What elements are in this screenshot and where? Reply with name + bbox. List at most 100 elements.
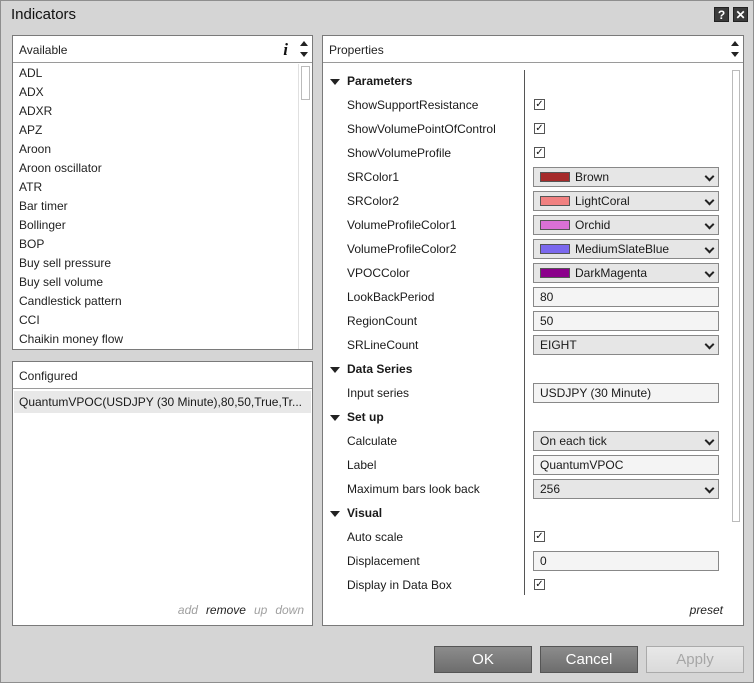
scroll-up-icon[interactable] — [731, 41, 739, 46]
configured-actions: add remove up down — [170, 603, 304, 617]
prop-label: VolumeProfileColor1 — [347, 218, 457, 232]
show-vpoc-checkbox[interactable]: ✓ — [534, 123, 545, 134]
prop-label-field: Label QuantumVPOC — [323, 454, 723, 478]
prop-label: Input series — [347, 386, 410, 400]
select-value: 256 — [540, 482, 561, 496]
prop-label: ShowVolumeProfile — [347, 146, 452, 160]
input-series-field[interactable]: USDJPY (30 Minute) — [533, 383, 719, 403]
available-scrollbar[interactable] — [298, 64, 312, 349]
info-icon[interactable]: i — [283, 40, 288, 60]
lookback-period-input[interactable]: 80 — [533, 287, 719, 307]
list-item[interactable]: Chaikin money flow — [13, 330, 298, 349]
srcolor2-select[interactable]: LightCoral — [533, 191, 719, 211]
show-support-resistance-checkbox[interactable]: ✓ — [534, 99, 545, 110]
prop-label: ShowVolumePointOfControl — [347, 122, 496, 136]
indicators-dialog: Indicators ? ✕ Available i ADL ADX ADXR … — [0, 0, 754, 683]
list-item[interactable]: ADXR — [13, 102, 298, 121]
list-item[interactable]: BOP — [13, 235, 298, 254]
scroll-down-icon[interactable] — [300, 52, 308, 57]
chevron-down-icon — [704, 243, 715, 254]
list-item[interactable]: ATR — [13, 178, 298, 197]
prop-label: VPOCColor — [347, 266, 410, 280]
select-value: EIGHT — [540, 338, 577, 352]
collapse-caret-icon[interactable] — [330, 415, 340, 421]
apply-button[interactable]: Apply — [646, 646, 744, 673]
remove-button[interactable]: remove — [206, 603, 246, 617]
category-label: Set up — [347, 410, 384, 424]
ok-button[interactable]: OK — [434, 646, 532, 673]
scroll-up-icon[interactable] — [300, 41, 308, 46]
category-data-series[interactable]: Data Series — [323, 358, 723, 382]
available-list: ADL ADX ADXR APZ Aroon Aroon oscillator … — [13, 64, 298, 349]
list-item[interactable]: Aroon — [13, 140, 298, 159]
color-swatch — [540, 268, 570, 278]
down-button[interactable]: down — [275, 603, 304, 617]
preset-link[interactable]: preset — [690, 603, 723, 617]
category-visual[interactable]: Visual — [323, 502, 723, 526]
collapse-caret-icon[interactable] — [330, 79, 340, 85]
prop-sr-line-count: SRLineCount EIGHT — [323, 334, 723, 358]
list-item[interactable]: ADX — [13, 83, 298, 102]
volume-profile-color2-select[interactable]: MediumSlateBlue — [533, 239, 719, 259]
cancel-button[interactable]: Cancel — [540, 646, 638, 673]
configured-title: Configured — [19, 369, 78, 383]
display-in-data-box-checkbox[interactable]: ✓ — [534, 579, 545, 590]
list-item[interactable]: Bollinger — [13, 216, 298, 235]
label-input[interactable]: QuantumVPOC — [533, 455, 719, 475]
category-parameters[interactable]: Parameters — [323, 70, 723, 94]
add-button[interactable]: add — [178, 603, 198, 617]
auto-scale-checkbox[interactable]: ✓ — [534, 531, 545, 542]
prop-label: Displacement — [347, 554, 420, 568]
list-item[interactable]: Candlestick pattern — [13, 292, 298, 311]
configured-header: Configured — [13, 362, 312, 389]
list-item[interactable]: Buy sell pressure — [13, 254, 298, 273]
select-value: Brown — [575, 170, 610, 184]
prop-label: Maximum bars look back — [347, 482, 480, 496]
volume-profile-color1-select[interactable]: Orchid — [533, 215, 719, 235]
color-swatch — [540, 172, 570, 182]
prop-label: SRColor1 — [347, 170, 400, 184]
header-scroll-arrows[interactable] — [300, 38, 308, 60]
collapse-caret-icon[interactable] — [330, 511, 340, 517]
scroll-down-icon[interactable] — [731, 52, 739, 57]
prop-show-vpoc: ShowVolumePointOfControl ✓ — [323, 118, 723, 142]
select-value: On each tick — [540, 434, 607, 448]
srcolor1-select[interactable]: Brown — [533, 167, 719, 187]
prop-label: Calculate — [347, 434, 398, 448]
scrollbar-thumb[interactable] — [732, 70, 740, 522]
close-icon[interactable]: ✕ — [733, 7, 748, 22]
displacement-input[interactable]: 0 — [533, 551, 719, 571]
list-item[interactable]: ADL — [13, 64, 298, 83]
prop-label: VolumeProfileColor2 — [347, 242, 457, 256]
sr-line-count-select[interactable]: EIGHT — [533, 335, 719, 355]
configured-indicator-item[interactable]: QuantumVPOC(USDJPY (30 Minute),80,50,Tru… — [14, 391, 311, 413]
prop-display-in-data-box: Display in Data Box ✓ — [323, 574, 723, 598]
available-panel: Available i ADL ADX ADXR APZ Aroon Aroon… — [12, 35, 313, 350]
prop-auto-scale: Auto scale ✓ — [323, 526, 723, 550]
scrollbar-thumb[interactable] — [301, 66, 310, 100]
list-item[interactable]: APZ — [13, 121, 298, 140]
list-item[interactable]: Bar timer — [13, 197, 298, 216]
up-button[interactable]: up — [254, 603, 267, 617]
region-count-input[interactable]: 50 — [533, 311, 719, 331]
prop-show-volume-profile: ShowVolumeProfile ✓ — [323, 142, 723, 166]
configured-panel: Configured QuantumVPOC(USDJPY (30 Minute… — [12, 361, 313, 626]
list-item[interactable]: CCI — [13, 311, 298, 330]
property-grid: Parameters ShowSupportResistance ✓ ShowV… — [323, 64, 729, 595]
category-setup[interactable]: Set up — [323, 406, 723, 430]
window-title: Indicators — [11, 6, 77, 23]
available-header: Available i — [13, 36, 312, 63]
vpoc-color-select[interactable]: DarkMagenta — [533, 263, 719, 283]
list-item[interactable]: Buy sell volume — [13, 273, 298, 292]
collapse-caret-icon[interactable] — [330, 367, 340, 373]
chevron-down-icon — [704, 435, 715, 446]
list-item[interactable]: Aroon oscillator — [13, 159, 298, 178]
help-icon[interactable]: ? — [714, 7, 729, 22]
header-scroll-arrows[interactable] — [731, 38, 739, 60]
properties-scrollbar[interactable] — [729, 64, 743, 595]
max-bars-look-back-select[interactable]: 256 — [533, 479, 719, 499]
category-label: Data Series — [347, 362, 413, 376]
calculate-select[interactable]: On each tick — [533, 431, 719, 451]
prop-label: LookBackPeriod — [347, 290, 435, 304]
show-volume-profile-checkbox[interactable]: ✓ — [534, 147, 545, 158]
